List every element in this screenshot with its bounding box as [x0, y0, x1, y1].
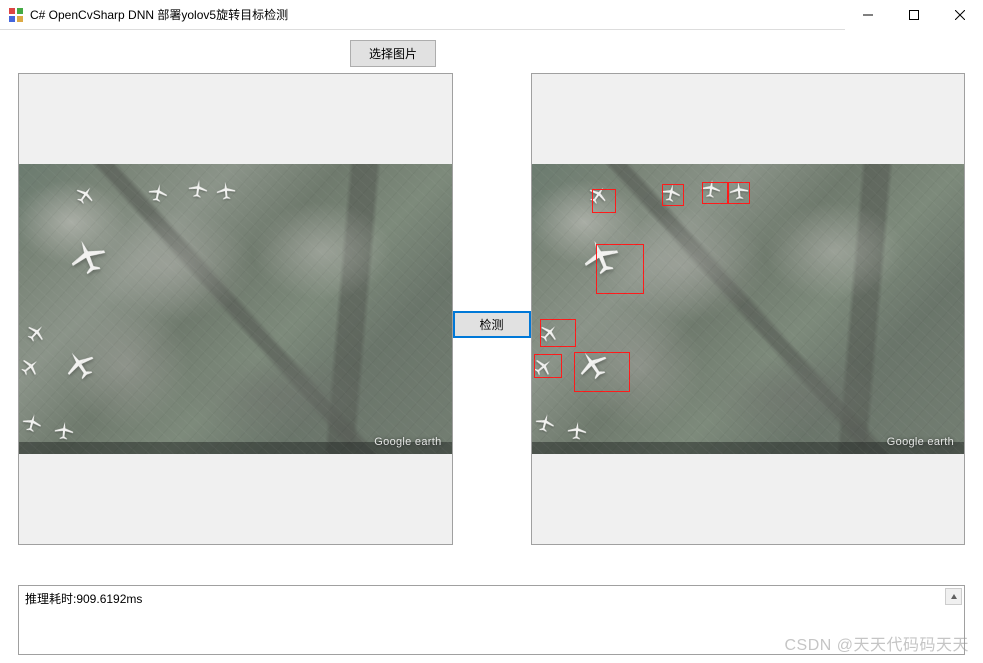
- scroll-up-button[interactable]: [945, 588, 962, 605]
- airplane-shape: [700, 178, 722, 200]
- client-area: 选择图片 Google earth 检测 Google earth 推理耗时:9…: [0, 30, 983, 663]
- select-image-button[interactable]: 选择图片: [350, 40, 436, 67]
- airplane-shape: [69, 354, 91, 376]
- close-button[interactable]: [937, 0, 983, 30]
- airplane-shape: [660, 182, 682, 204]
- airplane-shape: [582, 354, 604, 376]
- maximize-button[interactable]: [891, 0, 937, 30]
- airplane-shape: [21, 412, 43, 434]
- airplane-shape: [187, 178, 209, 200]
- airplane-shape: [25, 322, 47, 344]
- detection-box: [592, 189, 616, 213]
- airplane-shape: [728, 180, 750, 202]
- result-image-panel: Google earth: [531, 73, 966, 545]
- image-attribution: Google earth: [374, 436, 441, 448]
- detection-box: [574, 352, 630, 392]
- airplane-shape: [77, 246, 99, 268]
- top-button-row: 选择图片: [18, 40, 965, 67]
- output-text: 推理耗时:909.6192ms: [25, 592, 142, 606]
- detect-button[interactable]: 检测: [453, 311, 531, 338]
- detection-box: [702, 182, 728, 204]
- detection-box: [596, 244, 644, 294]
- image-attribution: Google earth: [887, 436, 954, 448]
- airplane-shape: [566, 420, 588, 442]
- output-textbox[interactable]: 推理耗时:909.6192ms: [18, 585, 965, 655]
- airplane-shape: [147, 182, 169, 204]
- airplane-shape: [587, 184, 609, 206]
- window-title: C# OpenCvSharp DNN 部署yolov5旋转目标检测: [30, 6, 845, 23]
- app-icon: [8, 7, 24, 23]
- airplane-shape: [74, 184, 96, 206]
- detection-box: [534, 354, 562, 378]
- airplane-shape: [534, 412, 556, 434]
- titlebar: C# OpenCvSharp DNN 部署yolov5旋转目标检测: [0, 0, 983, 30]
- detection-box: [728, 182, 750, 204]
- airplane-shape: [532, 356, 554, 378]
- detection-box: [662, 184, 684, 206]
- minimize-button[interactable]: [845, 0, 891, 30]
- main-row: Google earth 检测 Google earth: [18, 73, 965, 575]
- source-image-panel: Google earth: [18, 73, 453, 545]
- middle-column: 检测: [453, 73, 531, 575]
- detection-box: [540, 319, 576, 347]
- window-controls: [845, 0, 983, 29]
- airplane-shape: [215, 180, 237, 202]
- airplane-shape: [590, 246, 612, 268]
- airplane-shape: [538, 322, 560, 344]
- airplane-shape: [53, 420, 75, 442]
- airplane-shape: [19, 356, 41, 378]
